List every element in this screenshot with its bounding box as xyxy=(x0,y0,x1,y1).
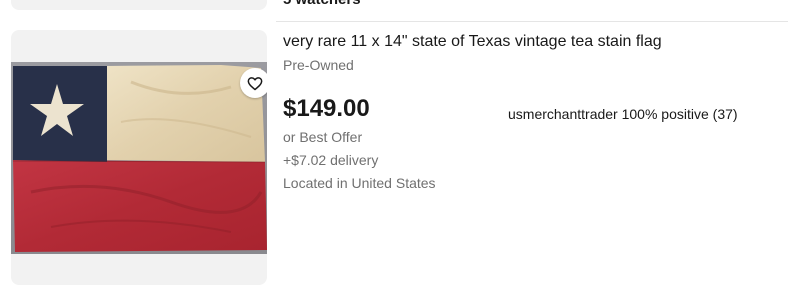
listing-divider xyxy=(276,21,788,22)
previous-listing-thumbnail[interactable] xyxy=(11,0,267,10)
listing-condition: Pre-Owned xyxy=(283,57,354,73)
best-offer-label: or Best Offer xyxy=(283,129,363,145)
item-location: Located in United States xyxy=(283,175,436,191)
texas-flag-photo[interactable] xyxy=(11,62,267,254)
listing-image-container[interactable] xyxy=(11,30,267,285)
search-results-page: 5 watchers xyxy=(0,0,788,286)
listing-title[interactable]: very rare 11 x 14" state of Texas vintag… xyxy=(283,32,662,52)
listing-price: $149.00 xyxy=(283,95,370,122)
previous-listing-watchers: 5 watchers xyxy=(283,0,361,8)
delivery-cost: +$7.02 delivery xyxy=(283,152,379,168)
heart-icon xyxy=(247,76,263,90)
seller-info: usmerchanttrader 100% positive (37) xyxy=(508,106,738,122)
watch-button[interactable] xyxy=(240,68,267,98)
